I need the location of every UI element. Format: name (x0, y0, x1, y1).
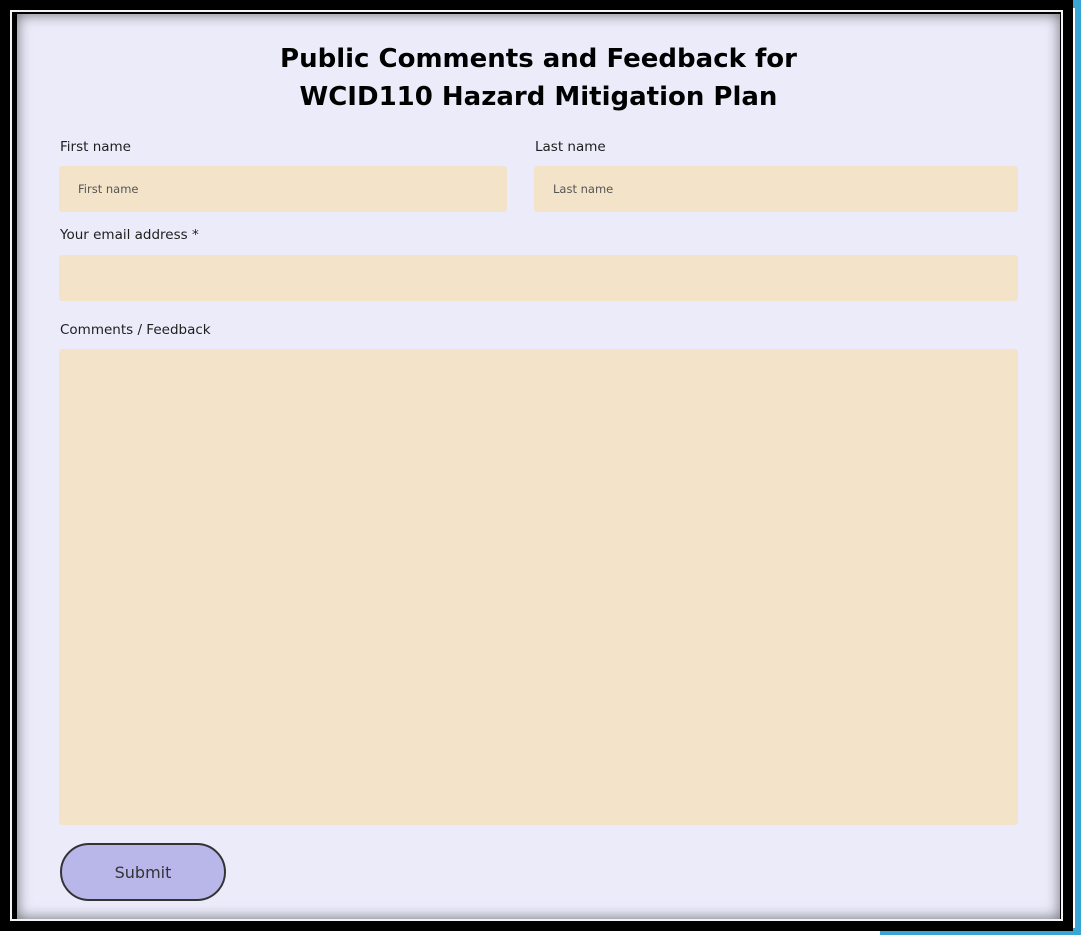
last-name-input[interactable] (534, 166, 1018, 212)
submit-button[interactable]: Submit (60, 843, 226, 901)
first-name-label: First name (60, 139, 131, 155)
form-title: Public Comments and Feedback for WCID110… (17, 40, 1060, 116)
comments-textarea[interactable] (59, 349, 1018, 825)
last-name-label: Last name (535, 139, 606, 155)
form-title-line2: WCID110 Hazard Mitigation Plan (299, 82, 778, 112)
form-title-line1: Public Comments and Feedback for (280, 44, 797, 74)
form-frame: Public Comments and Feedback for WCID110… (0, 0, 1073, 931)
feedback-form-panel: Public Comments and Feedback for WCID110… (17, 14, 1060, 919)
first-name-input[interactable] (59, 166, 507, 212)
accent-stripe-right (1075, 0, 1081, 935)
email-input[interactable] (59, 255, 1018, 301)
email-label: Your email address * (60, 227, 199, 243)
comments-label: Comments / Feedback (60, 322, 211, 338)
